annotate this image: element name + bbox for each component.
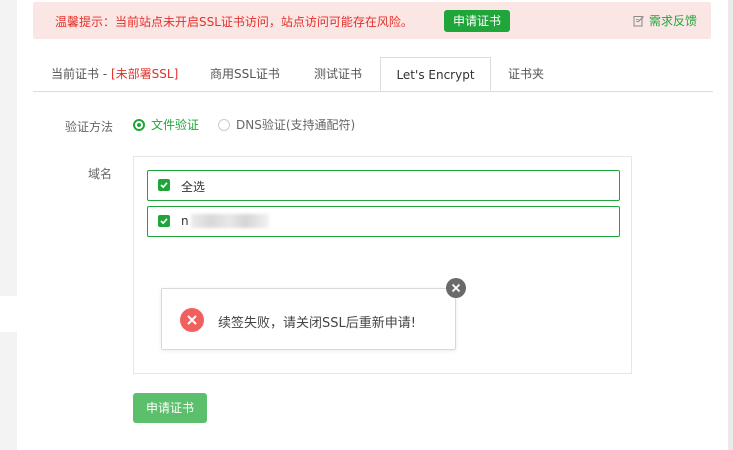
edit-icon [633,16,644,27]
error-message: 续签失败，请关闭SSL后重新申请! [218,316,416,331]
left-gutter-gap [0,296,17,332]
domain-name-visible: n [181,214,189,228]
radio-file-verify-label: 文件验证 [151,118,200,132]
radio-unchecked-icon [218,119,230,131]
error-icon [180,308,204,332]
checkbox-checked-icon[interactable] [158,179,170,191]
feedback-link[interactable]: 需求反馈 [633,12,697,29]
domain-name-blurred [190,214,269,228]
ssl-warning-banner: 温馨提示：当前站点未开启SSL证书访问，站点访问可能存在风险。 申请证书 需求反… [33,2,711,39]
radio-dns-verify[interactable]: DNS验证(支持通配符) [218,117,355,133]
banner-apply-cert-button[interactable]: 申请证书 [444,10,510,32]
tab-test-cert[interactable]: 测试证书 [314,57,362,91]
tab-current-cert[interactable]: 当前证书 - [未部署SSL] [51,57,178,91]
close-icon[interactable] [446,278,466,298]
ssl-tabs: 当前证书 - [未部署SSL] 商用SSL证书 测试证书 Let's Encry… [33,57,713,92]
tab-cert-folder[interactable]: 证书夹 [508,57,544,91]
radio-file-verify[interactable]: 文件验证 [133,117,199,133]
apply-cert-button[interactable]: 申请证书 [133,393,207,423]
domain-name: n [181,214,269,228]
tab-lets-encrypt[interactable]: Let's Encrypt [380,57,491,91]
right-scrollbar-track[interactable] [728,0,733,450]
feedback-label: 需求反馈 [649,14,698,28]
tab-current-cert-label: 当前证书 - [51,67,111,81]
warning-text: 温馨提示：当前站点未开启SSL证书访问，站点访问可能存在风险。 [55,15,413,29]
error-toast: 续签失败，请关闭SSL后重新申请! [161,288,456,350]
select-all-label: 全选 [181,180,206,194]
domain-label: 域名 [88,167,113,181]
tab-commercial-ssl[interactable]: 商用SSL证书 [210,57,280,91]
left-gutter [0,0,17,450]
radio-dns-verify-label: DNS验证(支持通配符) [236,118,356,132]
checkbox-checked-icon[interactable] [158,215,170,227]
domain-item[interactable]: n [147,206,620,237]
tab-current-cert-status: [未部署SSL] [110,67,179,81]
verify-method-label: 验证方法 [65,120,114,134]
select-all-item[interactable]: 全选 [147,170,620,201]
radio-checked-icon [133,119,145,131]
